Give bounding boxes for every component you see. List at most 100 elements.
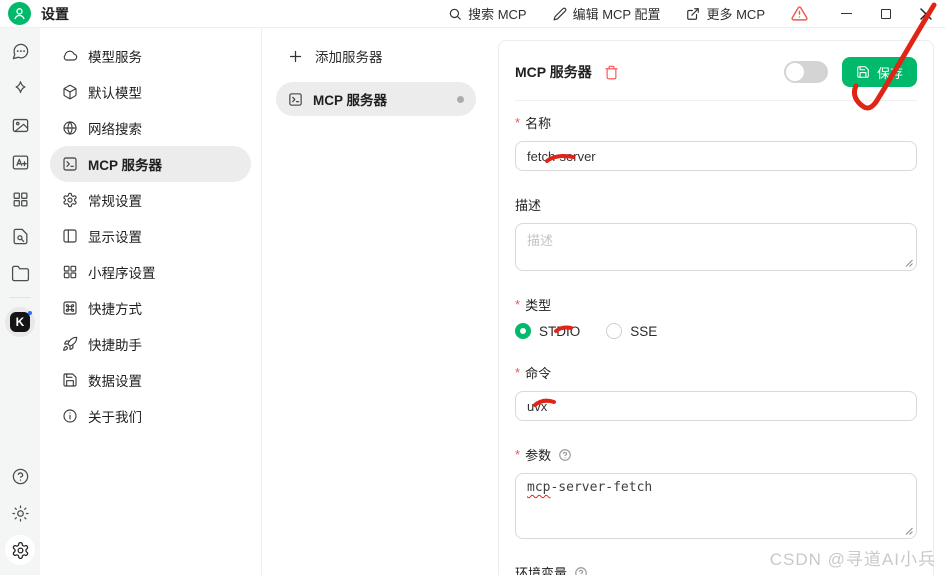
description-textarea[interactable] [515,223,917,271]
pinned-app-k-button[interactable]: K [5,307,35,337]
save-icon [63,373,77,387]
help-button[interactable] [5,461,35,491]
command-input[interactable] [515,391,917,421]
grid-icon [63,265,77,279]
user-avatar[interactable] [8,2,31,25]
plus-icon [289,50,302,62]
main-content: MCP 服务器 保存 * 名称 描述 [490,28,946,575]
server-enable-toggle[interactable] [783,61,828,83]
sidebar-item-label: 关于我们 [88,410,142,425]
settings-nav-button[interactable] [5,535,35,565]
settings-sidebar: 模型服务 默认模型 网络搜索 MCP 服务器 常规设置 显示设置 小程序设置 快… [40,28,262,575]
files-nav-button[interactable] [5,258,35,288]
help-circle-icon[interactable] [558,448,572,462]
sidebar-item-mcp-servers[interactable]: MCP 服务器 [50,146,251,182]
card-header: MCP 服务器 保存 [515,57,917,87]
sidebar-item-label: 快捷方式 [88,302,142,317]
search-mcp-button[interactable]: 搜索 MCP [448,4,527,23]
sidebar-item-shortcuts[interactable]: 快捷方式 [50,290,251,326]
trash-icon [605,65,618,79]
radio-unselected-icon [606,323,623,339]
sidebar-item-label: 默认模型 [88,86,142,101]
header-divider [515,100,917,101]
args-textarea[interactable]: mcp-server-fetch [515,473,917,539]
radio-sse-label: SSE [630,323,658,339]
type-field-label: * 类型 [515,297,552,313]
radio-selected-icon [515,323,531,339]
page-title: 设置 [41,5,69,22]
help-icon [12,468,28,484]
paintings-nav-button[interactable] [5,110,35,140]
sidebar-item-label: 网络搜索 [88,122,142,137]
edit-icon [553,7,566,20]
gear-icon [63,192,77,208]
sidebar-item-model-services[interactable]: 模型服务 [50,38,251,74]
more-mcp-label: 更多 MCP [706,7,765,22]
translate-nav-button[interactable] [5,147,35,177]
sidebar-item-about[interactable]: 关于我们 [50,398,251,434]
toggle-knob [785,63,804,81]
mcp-server-list-panel: 添加服务器 MCP 服务器 [262,28,490,575]
translate-icon [12,155,28,169]
sidebar-item-default-model[interactable]: 默认模型 [50,74,251,110]
globe-icon [63,121,77,135]
sidebar-item-general-settings[interactable]: 常规设置 [50,182,251,218]
radio-stdio[interactable]: STDIO [515,323,580,339]
sidebar-item-label: 显示设置 [88,230,142,245]
save-button[interactable]: 保存 [841,57,917,87]
folder-icon [11,265,29,281]
command-field-label: * 命令 [515,365,552,381]
sidebar-item-label: 小程序设置 [88,266,156,281]
search-icon [449,8,461,20]
warning-triangle-icon[interactable] [791,5,808,22]
rocket-icon [63,336,78,351]
radio-sse[interactable]: SSE [606,323,657,339]
apps-nav-button[interactable] [5,184,35,214]
file-search-icon [13,228,27,244]
sidebar-item-quick-assistant[interactable]: 快捷助手 [50,326,251,362]
app-icon-rail: K [0,28,40,575]
edit-mcp-config-label: 编辑 MCP 配置 [572,7,661,22]
knowledge-nav-button[interactable] [5,221,35,251]
help-circle-icon[interactable] [574,566,588,575]
sidebar-item-web-search[interactable]: 网络搜索 [50,110,251,146]
chat-nav-button[interactable] [5,36,35,66]
sidebar-item-label: 模型服务 [88,50,142,65]
args-value-rest: -server-fetch [550,480,653,495]
theme-toggle-button[interactable] [5,498,35,528]
user-icon [14,8,25,20]
info-icon [63,409,77,423]
edit-mcp-config-button[interactable]: 编辑 MCP 配置 [553,4,661,23]
server-config-title: MCP 服务器 [515,64,592,80]
radio-stdio-label: STDIO [539,323,581,339]
close-button[interactable] [906,0,946,28]
maximize-icon [881,8,891,19]
sidebar-item-miniapp-settings[interactable]: 小程序设置 [50,254,251,290]
type-radio-group: STDIO SSE [515,323,917,339]
agents-nav-button[interactable] [5,73,35,103]
rail-divider [9,297,31,298]
name-input[interactable] [515,141,917,171]
sidebar-item-label: MCP 服务器 [88,158,163,173]
terminal-icon [63,157,77,171]
server-status-dot [457,95,464,103]
add-server-button[interactable]: 添加服务器 [276,40,476,72]
titlebar: 设置 搜索 MCP 编辑 MCP 配置 更多 MCP [0,0,946,28]
cloud-icon [63,50,78,61]
more-mcp-button[interactable]: 更多 MCP [686,4,765,23]
maximize-button[interactable] [866,0,906,28]
window-controls [826,0,946,28]
server-list-item-mcp-server[interactable]: MCP 服务器 [276,82,476,116]
sidebar-item-display-settings[interactable]: 显示设置 [50,218,251,254]
save-icon [857,66,869,78]
minimize-button[interactable] [826,0,866,28]
grid-icon [13,192,27,206]
args-field-label: * 参数 [515,445,917,464]
terminal-icon [289,92,302,106]
cube-icon [63,84,77,100]
minimize-icon [840,13,852,14]
k-app-notification-dot [28,311,32,315]
sidebar-item-data-settings[interactable]: 数据设置 [50,362,251,398]
delete-server-button[interactable] [604,65,619,80]
external-link-icon [687,7,700,20]
